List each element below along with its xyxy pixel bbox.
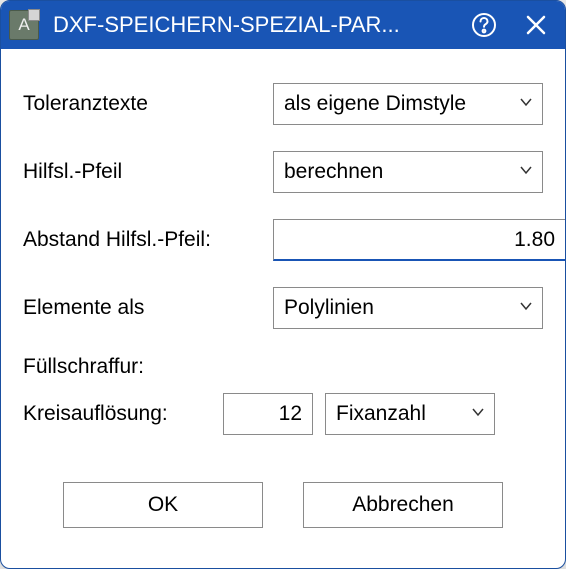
row-fuellschraffur: Füllschraffur: <box>23 355 543 379</box>
dialog-content: Toleranztexte als eigene Dimstyle Hilfsl… <box>1 49 565 568</box>
chevron-down-icon <box>518 92 534 116</box>
select-toleranztexte-value: als eigene Dimstyle <box>284 92 466 116</box>
chevron-down-icon <box>470 402 486 426</box>
input-abstand[interactable] <box>273 219 566 261</box>
row-toleranztexte: Toleranztexte als eigene Dimstyle <box>23 83 543 125</box>
label-elemente-als: Elemente als <box>23 296 273 320</box>
select-hilfsl-pfeil-value: berechnen <box>284 160 383 184</box>
row-elemente-als: Elemente als Polylinien <box>23 287 543 329</box>
select-hilfsl-pfeil[interactable]: berechnen <box>273 151 543 193</box>
select-toleranztexte[interactable]: als eigene Dimstyle <box>273 83 543 125</box>
select-elemente-als-value: Polylinien <box>284 296 374 320</box>
row-hilfsl-pfeil: Hilfsl.-Pfeil berechnen <box>23 151 543 193</box>
chevron-down-icon <box>518 160 534 184</box>
label-toleranztexte: Toleranztexte <box>23 92 273 116</box>
close-icon[interactable] <box>521 10 551 40</box>
cancel-button[interactable]: Abbrechen <box>303 482 503 528</box>
input-kreisaufloesung[interactable] <box>223 393 313 435</box>
ok-button[interactable]: OK <box>63 482 263 528</box>
dialog-window: A DXF-SPEICHERN-SPEZIAL-PAR... Toleranzt… <box>0 0 566 569</box>
button-row: OK Abbrechen <box>23 482 543 548</box>
select-kreisaufloesung-mode[interactable]: Fixanzahl <box>325 393 495 435</box>
label-hilfsl-pfeil: Hilfsl.-Pfeil <box>23 160 273 184</box>
chevron-down-icon <box>518 296 534 320</box>
label-abstand: Abstand Hilfsl.-Pfeil: <box>23 228 273 252</box>
titlebar: A DXF-SPEICHERN-SPEZIAL-PAR... <box>1 1 565 49</box>
row-kreisaufloesung: Kreisauflösung: Fixanzahl <box>23 393 543 435</box>
window-title: DXF-SPEICHERN-SPEZIAL-PAR... <box>53 12 469 38</box>
app-icon-letter: A <box>18 15 29 35</box>
app-icon: A <box>9 10 39 40</box>
select-kreisaufloesung-mode-value: Fixanzahl <box>336 402 426 426</box>
help-icon[interactable] <box>469 10 499 40</box>
label-fuellschraffur: Füllschraffur: <box>23 355 273 379</box>
spacer <box>23 461 543 482</box>
select-elemente-als[interactable]: Polylinien <box>273 287 543 329</box>
row-abstand: Abstand Hilfsl.-Pfeil: <box>23 219 543 261</box>
label-kreisaufloesung: Kreisauflösung: <box>23 402 223 426</box>
